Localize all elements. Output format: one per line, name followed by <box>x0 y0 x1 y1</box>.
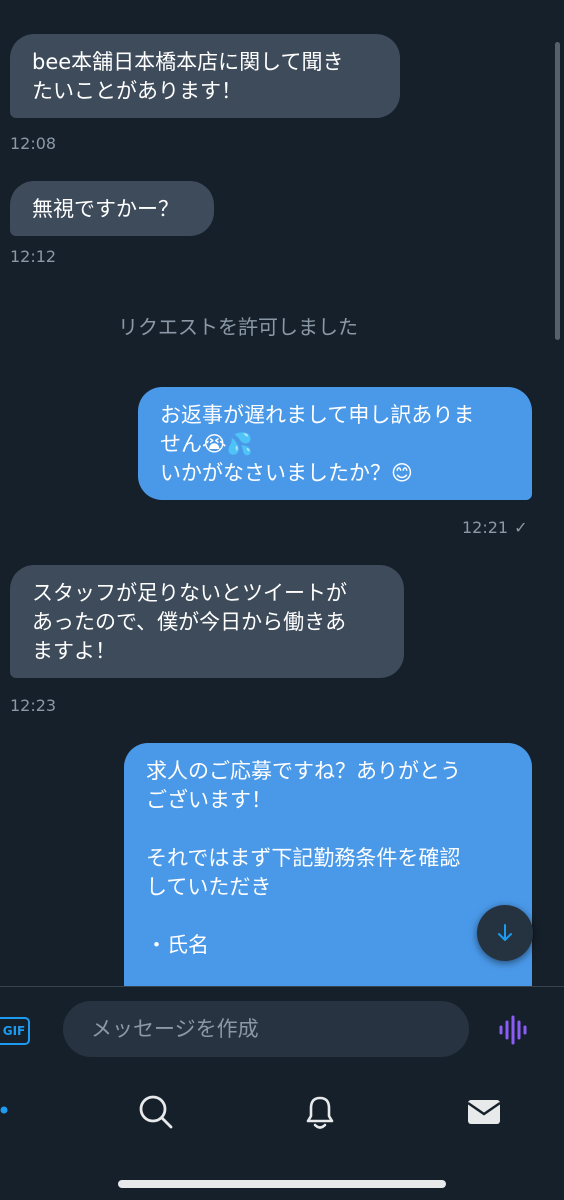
message-bubble-outgoing[interactable]: 求人のご応募ですね？ありがとう ございます！ それではまず下記勤務条件を確認 し… <box>124 743 532 986</box>
sent-check-icon: ✓ <box>514 518 528 537</box>
message-timestamp: 12:12 <box>10 247 57 266</box>
message-input[interactable] <box>63 1001 469 1057</box>
message-bubble-incoming[interactable]: スタッフが足りないとツイートが あったので、僕が今日から働きあ ますよ！ <box>10 565 404 678</box>
tab-messages[interactable] <box>464 1092 504 1136</box>
message-bubble-outgoing[interactable]: お返事が遅れまして申し訳ありま せん😭💦 いかがなさいましたか？😊 <box>138 387 532 500</box>
system-notice: リクエストを許可しました <box>118 315 358 339</box>
tab-home[interactable] <box>0 1092 14 1136</box>
message-timestamp: 12:23 <box>10 696 57 715</box>
home-icon <box>0 1106 8 1114</box>
home-indicator <box>118 1180 446 1188</box>
gif-icon[interactable]: GIF <box>0 1017 30 1045</box>
tab-notifications[interactable] <box>300 1092 340 1136</box>
message-bubble-incoming[interactable]: bee本舗日本橋本店に関して聞き たいことがあります！ <box>10 34 400 118</box>
scrollbar[interactable] <box>555 42 560 340</box>
bottom-tab-bar <box>0 1070 564 1200</box>
arrow-down-icon <box>498 924 512 941</box>
envelope-icon <box>467 1100 501 1124</box>
search-icon <box>139 1095 173 1129</box>
tab-search[interactable] <box>136 1092 176 1136</box>
message-composer: GIF <box>0 986 564 1070</box>
scroll-to-bottom-button[interactable] <box>477 905 533 961</box>
bell-icon <box>306 1096 334 1129</box>
message-timestamp: 12:08 <box>10 134 57 153</box>
message-timestamp: 12:21 ✓ <box>462 518 528 537</box>
message-bubble-incoming[interactable]: 無視ですかー？ <box>10 181 214 236</box>
conversation-thread[interactable]: bee本舗日本橋本店に関して聞き たいことがあります！ 12:08 無視ですかー… <box>0 0 564 986</box>
voice-message-icon[interactable] <box>496 1013 530 1047</box>
